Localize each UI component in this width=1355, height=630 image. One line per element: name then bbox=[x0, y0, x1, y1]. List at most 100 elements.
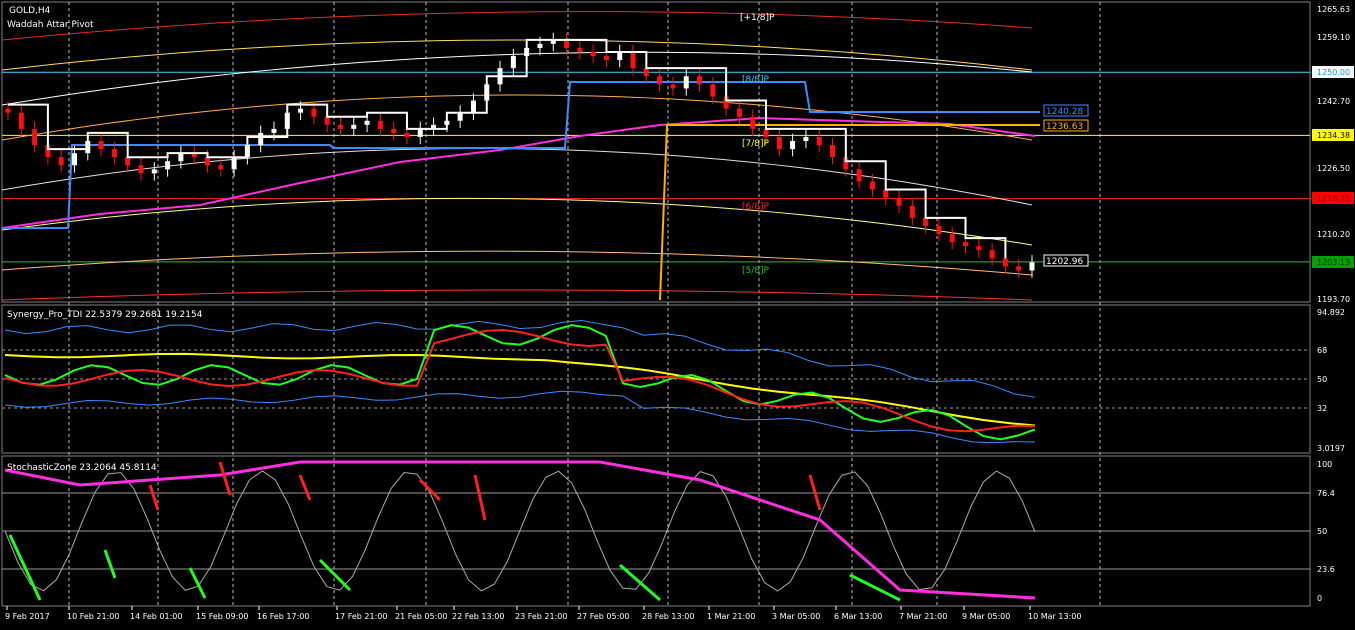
candle-body bbox=[643, 68, 649, 77]
time-axis-label: 28 Feb 13:00 bbox=[642, 612, 694, 621]
candle-body bbox=[324, 116, 330, 125]
candle-body bbox=[856, 169, 862, 182]
candle-body bbox=[830, 145, 836, 158]
pivot-label: [5/8]P bbox=[742, 266, 770, 276]
candle-body bbox=[364, 120, 370, 125]
stoch-axis-label: 0 bbox=[1317, 594, 1322, 603]
tdi-lower-band bbox=[4, 390, 1036, 444]
stoch-axis-label: 50 bbox=[1317, 527, 1327, 536]
candle-body bbox=[670, 84, 676, 89]
candle-body bbox=[470, 100, 476, 113]
envelope-curve bbox=[1, 94, 1033, 141]
time-axis-label: 14 Feb 01:00 bbox=[130, 612, 182, 621]
time-axis-label: 1 Mar 21:00 bbox=[707, 612, 755, 621]
inline-tag: 1202.96 bbox=[1046, 257, 1083, 267]
stoch-red-segment bbox=[298, 474, 312, 501]
time-axis-label: 9 Feb 2017 bbox=[5, 612, 50, 621]
candle-body bbox=[710, 84, 716, 97]
tdi-axis-label: 94.892 bbox=[1317, 308, 1345, 317]
tdi-axis-label: 32 bbox=[1317, 404, 1327, 413]
candle-body bbox=[151, 169, 157, 174]
price-axis-label: 1193.70 bbox=[1317, 295, 1350, 304]
candle-body bbox=[138, 165, 144, 174]
candle-body bbox=[311, 108, 317, 117]
candle-body bbox=[923, 217, 929, 226]
candle-body bbox=[391, 128, 397, 133]
time-axis-label: 22 Feb 13:00 bbox=[452, 612, 504, 621]
candle-body bbox=[351, 124, 357, 129]
candle-body bbox=[58, 157, 64, 166]
tdi-green-line bbox=[4, 324, 1036, 441]
candle-body bbox=[71, 153, 77, 166]
candle-body bbox=[657, 76, 663, 85]
candle-body bbox=[218, 165, 224, 170]
candle-body bbox=[763, 128, 769, 137]
candle-body bbox=[736, 108, 742, 117]
time-axis-label: 16 Feb 17:00 bbox=[257, 612, 309, 621]
tdi-axis-label: 68 bbox=[1317, 346, 1327, 355]
candle-body bbox=[457, 112, 463, 121]
candle-body bbox=[936, 225, 942, 235]
candle-body bbox=[750, 116, 756, 129]
candle-body bbox=[377, 120, 383, 129]
tdi-yellow-line bbox=[4, 352, 1036, 427]
stoch-red-segment bbox=[473, 474, 487, 521]
candle-body bbox=[32, 128, 38, 146]
price-tag: 1250.00 bbox=[1317, 68, 1350, 77]
magenta-ma bbox=[1, 116, 1036, 229]
candle-body bbox=[537, 43, 543, 48]
envelope-curve bbox=[1, 39, 1033, 71]
candle-body bbox=[590, 52, 596, 57]
chart-canvas[interactable]: [+1/8]P [8/8]P [7/8]P [6/8]P [5/8]P 1240.28 12… bbox=[0, 0, 1355, 626]
candle-body bbox=[577, 47, 583, 53]
candle-body bbox=[776, 136, 782, 150]
candle-body bbox=[790, 141, 796, 150]
candle-body bbox=[896, 197, 902, 206]
candle-body bbox=[178, 153, 184, 162]
candle-body bbox=[869, 181, 875, 190]
stoch-axis-label: 76.4 bbox=[1317, 489, 1335, 498]
candle-body bbox=[337, 124, 343, 129]
price-tag: 1218.75 bbox=[1317, 194, 1350, 203]
candle-body bbox=[683, 76, 689, 89]
candle-body bbox=[976, 246, 982, 251]
candle-body bbox=[564, 39, 570, 48]
candle-body bbox=[271, 128, 277, 133]
candle-body bbox=[949, 234, 955, 243]
stoch-green-segment bbox=[188, 567, 207, 599]
pivot-label: [6/8]P bbox=[742, 202, 770, 212]
candle-body bbox=[603, 56, 609, 61]
panel2-label: Synergy_Pro_TDI 22.5379 29.2681 19.2154 bbox=[7, 310, 203, 320]
stoch-red-segment bbox=[418, 478, 442, 502]
stoch-green-segment bbox=[619, 563, 661, 602]
stoch-red-segment bbox=[218, 461, 232, 496]
candle-body bbox=[1029, 262, 1035, 271]
candle-body bbox=[165, 161, 171, 170]
time-axis-label: 10 Feb 21:00 bbox=[67, 612, 119, 621]
pivot-label: [+1/8]P bbox=[740, 13, 775, 23]
stoch-axis-label: 100 bbox=[1317, 460, 1332, 469]
time-axis-label: 23 Feb 21:00 bbox=[515, 612, 567, 621]
symbol-label: GOLD,H4 bbox=[9, 6, 51, 16]
candle-body bbox=[111, 149, 117, 158]
panel3-label: StochasticZone 23.2064 45.8114 bbox=[7, 463, 157, 473]
price-tag: 1203.13 bbox=[1317, 258, 1350, 267]
candle-body bbox=[803, 136, 809, 142]
candle-body bbox=[5, 108, 11, 113]
price-axis-label: 1242.70 bbox=[1317, 97, 1350, 106]
chart-window[interactable]: [+1/8]P [8/8]P [7/8]P [6/8]P [5/8]P 1240.28 12… bbox=[0, 0, 1355, 626]
candle-body bbox=[1016, 266, 1022, 271]
envelope-curve bbox=[1, 289, 1033, 301]
inline-tag: 1236.63 bbox=[1046, 122, 1083, 132]
candle-body bbox=[909, 205, 915, 218]
time-axis-label: 9 Mar 05:00 bbox=[962, 612, 1010, 621]
stoch-green-segment bbox=[8, 534, 42, 601]
time-axis-label: 17 Feb 21:00 bbox=[335, 612, 387, 621]
candle-body bbox=[630, 52, 636, 69]
price-axis-label: 1265.63 bbox=[1317, 5, 1350, 14]
candle-body bbox=[417, 128, 423, 137]
time-axis-label: 21 Feb 05:00 bbox=[395, 612, 447, 621]
time-axis-label: 15 Feb 09:00 bbox=[196, 612, 248, 621]
candle-body bbox=[617, 52, 623, 61]
time-axis-label: 3 Mar 05:00 bbox=[772, 612, 820, 621]
